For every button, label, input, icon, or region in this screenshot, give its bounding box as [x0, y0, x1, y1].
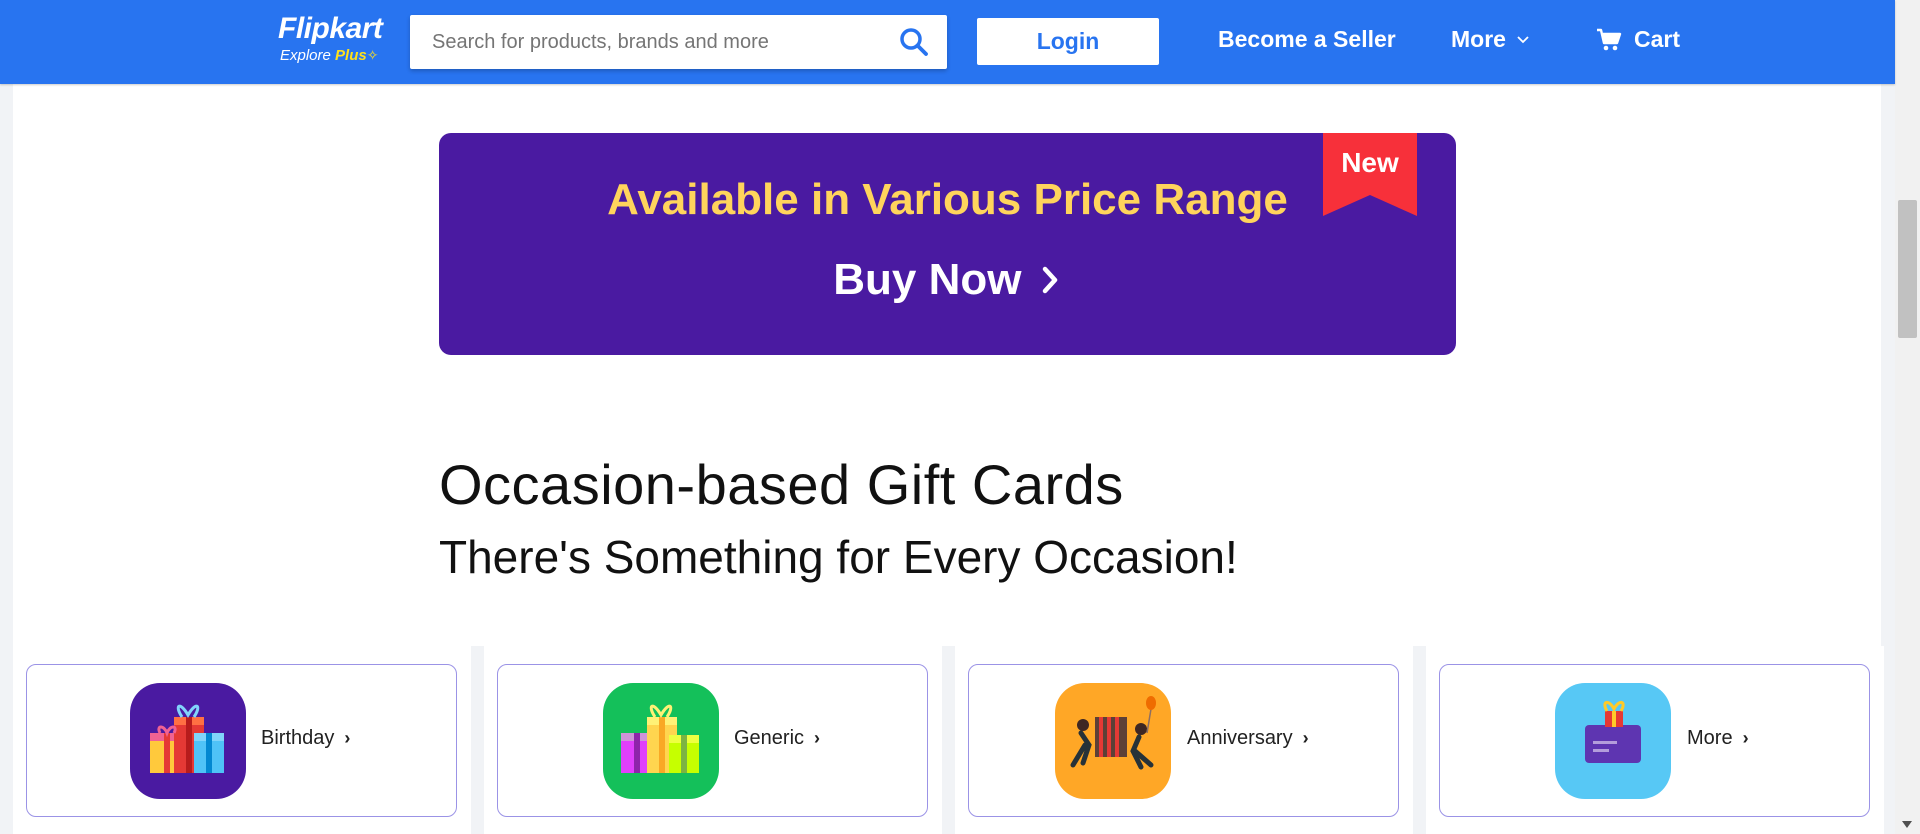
- section-title: Occasion-based Gift Cards: [439, 453, 1124, 516]
- price-range-banner[interactable]: Available in Various Price Range Buy Now…: [439, 133, 1456, 355]
- search-icon: [900, 28, 928, 56]
- cart-icon: [1597, 28, 1622, 50]
- new-badge-text: New: [1341, 147, 1399, 178]
- card-label: More ›: [1687, 727, 1749, 750]
- page: Flipkart Explore Plus✧ Login Become a Se…: [0, 0, 1920, 834]
- card-label: Birthday ›: [261, 727, 350, 750]
- buy-now-label: Buy Now: [833, 255, 1022, 304]
- gift-card-icon: [1555, 683, 1671, 799]
- banner-title: Available in Various Price Range: [607, 175, 1288, 224]
- logo-tagline-plus: Plus: [335, 47, 367, 64]
- occasion-card-birthday[interactable]: Birthday ›: [26, 664, 457, 817]
- anniversary-couple-icon: [1055, 683, 1171, 799]
- chevron-right-icon: ›: [1742, 728, 1749, 748]
- occasion-card-generic[interactable]: Generic ›: [497, 664, 928, 817]
- chevron-right-icon: ›: [814, 728, 821, 748]
- plus-star-icon: ✧: [366, 47, 379, 63]
- occasion-card-anniversary[interactable]: Anniversary ›: [968, 664, 1399, 817]
- chevron-right-icon: ›: [1302, 728, 1309, 748]
- search-bar: [410, 15, 947, 69]
- scroll-down-arrow-icon[interactable]: [1902, 821, 1912, 828]
- new-ribbon: New: [1323, 133, 1417, 216]
- card-label-text: Birthday: [261, 727, 335, 749]
- card-label-text: Anniversary: [1187, 727, 1293, 749]
- search-button[interactable]: [899, 27, 929, 57]
- card-label: Generic ›: [734, 727, 820, 750]
- logo-brand: Flipkart: [278, 12, 383, 45]
- become-seller-link[interactable]: Become a Seller: [1218, 26, 1396, 53]
- logo-tagline: Explore Plus✧: [280, 46, 398, 65]
- chevron-right-icon: [1042, 266, 1057, 294]
- card-label-text: More: [1687, 727, 1733, 749]
- buy-now-link[interactable]: Buy Now: [439, 255, 1456, 305]
- flipkart-logo[interactable]: Flipkart Explore Plus✧: [278, 12, 398, 68]
- scrollbar-thumb[interactable]: [1898, 200, 1917, 338]
- top-header: Flipkart Explore Plus✧ Login Become a Se…: [0, 0, 1895, 84]
- occasion-card-more[interactable]: More ›: [1439, 664, 1870, 817]
- cart-label: Cart: [1634, 26, 1681, 52]
- login-button[interactable]: Login: [977, 18, 1159, 65]
- vertical-scrollbar[interactable]: [1895, 0, 1920, 834]
- search-input[interactable]: [410, 15, 902, 69]
- card-label: Anniversary ›: [1187, 727, 1309, 750]
- chevron-right-icon: ›: [344, 728, 351, 748]
- more-dropdown[interactable]: More: [1451, 26, 1530, 53]
- more-label: More: [1451, 26, 1506, 52]
- logo-tagline-text: Explore: [280, 47, 331, 64]
- card-label-text: Generic: [734, 727, 805, 749]
- generic-gift-icon: [603, 683, 719, 799]
- cart-link[interactable]: Cart: [1596, 26, 1680, 53]
- section-subtitle: There's Something for Every Occasion!: [439, 531, 1238, 583]
- birthday-gift-icon: [130, 683, 246, 799]
- chevron-down-icon: [1517, 35, 1529, 43]
